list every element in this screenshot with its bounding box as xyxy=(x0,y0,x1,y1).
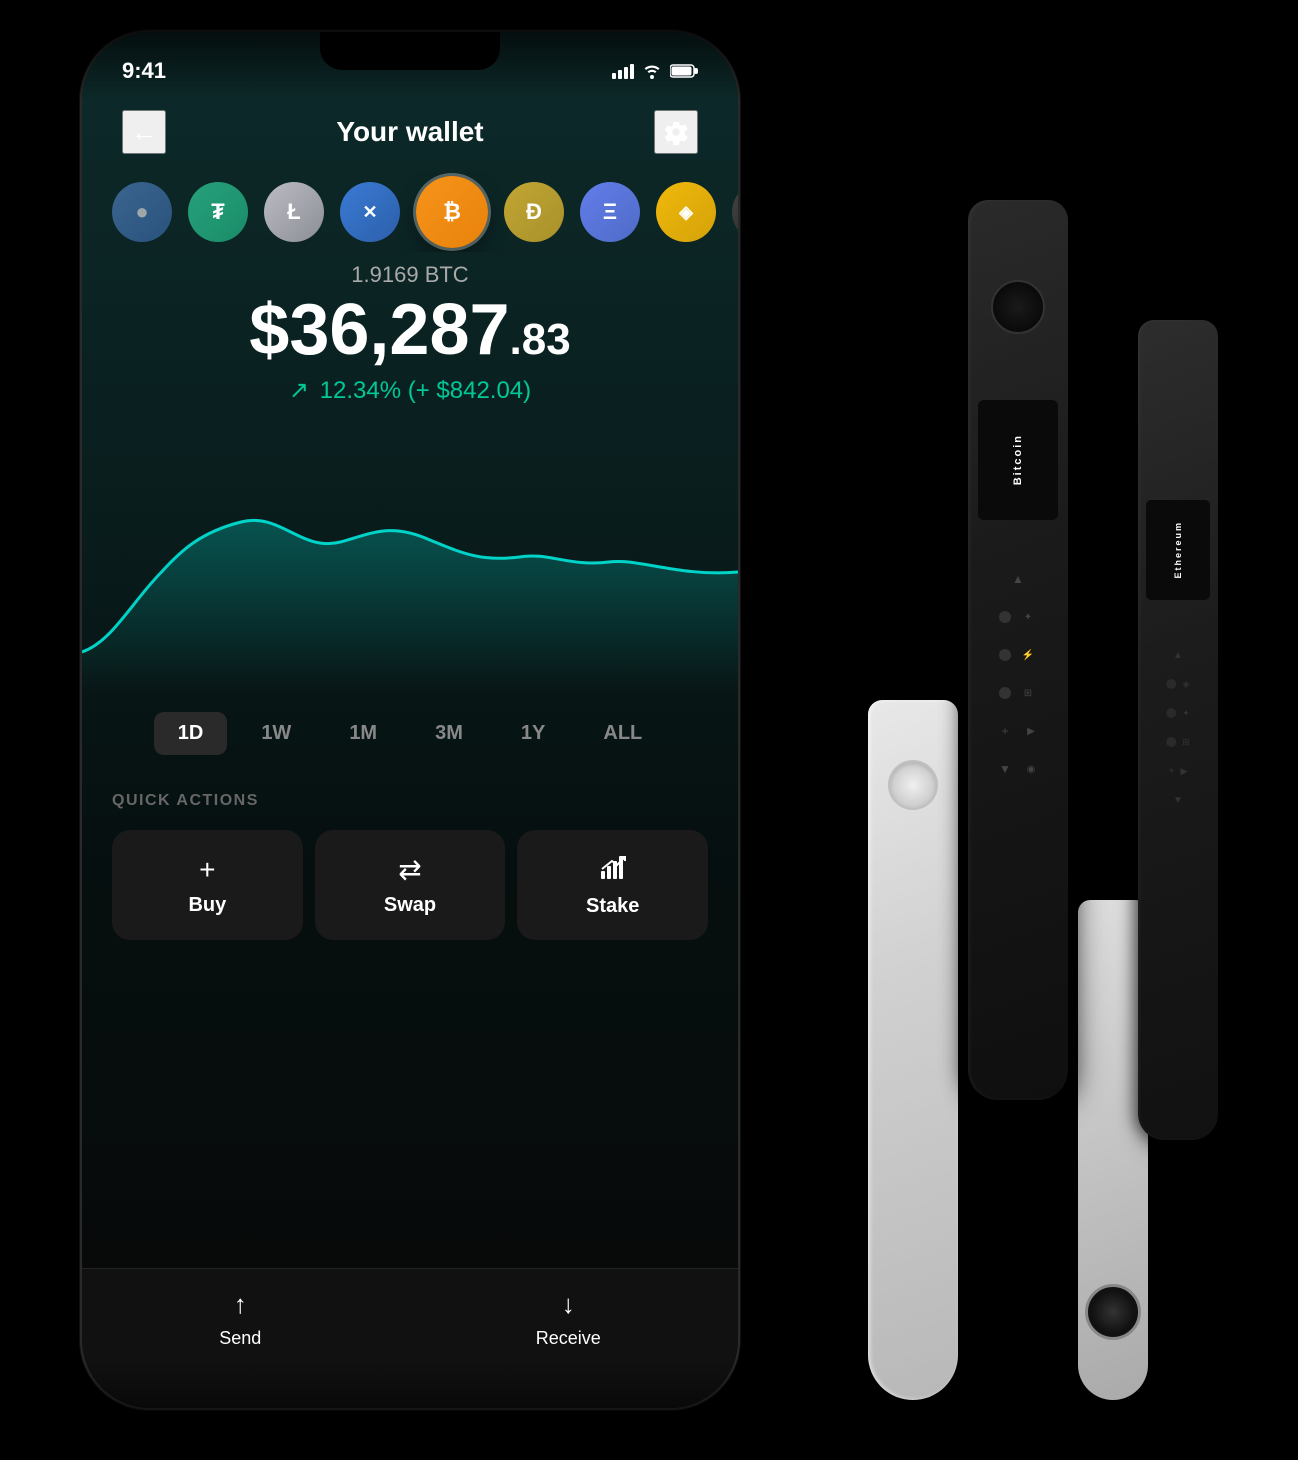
hw2-icon-2: ✦ xyxy=(1182,708,1190,719)
hw2-btn-2 xyxy=(1166,708,1176,718)
balance-usd-amount: $36,287.83 xyxy=(122,294,698,366)
hw2-mid-row4: + ▶ xyxy=(1169,766,1188,777)
balance-change: ↗ 12.34% (+ $842.04) xyxy=(122,376,698,405)
page-title: Your wallet xyxy=(336,116,483,148)
scene: 9:41 ← Your wallet xyxy=(0,0,1298,1460)
coin-bnb[interactable]: ◈ xyxy=(656,182,716,242)
receive-label: Receive xyxy=(536,1328,601,1349)
hw-btn-small-1 xyxy=(999,611,1011,623)
hw2-icon-3: ⊞ xyxy=(1182,737,1190,748)
hw-btn-small-2 xyxy=(999,649,1011,661)
price-chart xyxy=(82,432,738,692)
phone-screen: 9:41 ← Your wallet xyxy=(82,32,738,1408)
change-amount: (+ $842.04) xyxy=(408,377,531,404)
wifi-icon xyxy=(642,63,662,84)
hw2-btn-1 xyxy=(1167,679,1177,689)
hw2-down-icon: ▼ xyxy=(1173,795,1183,806)
actions-row: + Buy ⇄ Swap xyxy=(112,830,708,940)
buy-button[interactable]: + Buy xyxy=(112,830,303,940)
hw2-mid-row: ◈ xyxy=(1167,679,1190,690)
back-arrow-icon: ← xyxy=(131,117,157,148)
coin-tether[interactable]: ₮ xyxy=(188,182,248,242)
quick-actions-label: QUICK ACTIONS xyxy=(112,792,708,810)
hw-screen-2: Ethereum xyxy=(1146,500,1210,600)
hw-plus-icon: + xyxy=(996,722,1014,740)
swap-button[interactable]: ⇄ Swap xyxy=(315,830,506,940)
coin-eth[interactable]: Ξ xyxy=(580,182,640,242)
hw2-plus: + xyxy=(1169,766,1175,777)
send-icon: ↑ xyxy=(234,1289,247,1320)
coin-algo[interactable]: A xyxy=(732,182,738,242)
time-3m[interactable]: 3M xyxy=(411,712,487,755)
hw-bolt-icon: ⚡ xyxy=(1019,646,1037,664)
settings-button[interactable] xyxy=(654,110,698,154)
chart-container xyxy=(82,432,738,692)
hw2-mid-row3: ⊞ xyxy=(1166,737,1190,748)
hw2-up-icon: ▲ xyxy=(1173,650,1183,661)
hw-screen-text-2: Ethereum xyxy=(1173,521,1183,579)
time-all[interactable]: ALL xyxy=(579,712,666,755)
hw-screen-text-1: Bitcoin xyxy=(1012,434,1024,485)
time-range: 1D 1W 1M 3M 1Y ALL xyxy=(82,712,738,755)
receive-icon: ↓ xyxy=(562,1289,575,1320)
hw-bluetooth-icon: ✦ xyxy=(1019,608,1037,626)
time-1y[interactable]: 1Y xyxy=(497,712,569,755)
hw-lock-icon: ◉ xyxy=(1022,760,1040,778)
coin-btc[interactable]: ₿ xyxy=(416,176,488,248)
hw-arrow-icon: ▶ xyxy=(1022,722,1040,740)
hw-grid-icon: ⊞ xyxy=(1019,684,1037,702)
stake-button[interactable]: Stake xyxy=(517,830,708,940)
hardware-wallet-black-1: Bitcoin ▲ ✦ ⚡ ⊞ + ▶ ▼ xyxy=(968,200,1068,1100)
signal-icon xyxy=(612,63,634,84)
time-1w[interactable]: 1W xyxy=(237,712,315,755)
time-1d[interactable]: 1D xyxy=(154,712,228,755)
hw-up-icon: ▲ xyxy=(1009,570,1027,588)
send-nav-item[interactable]: ↑ Send xyxy=(219,1289,261,1349)
swap-label: Swap xyxy=(384,894,436,917)
balance-usd-cents: .83 xyxy=(510,315,571,364)
battery-icon xyxy=(670,63,698,84)
coin-partial[interactable]: ● xyxy=(112,182,172,242)
buy-icon: + xyxy=(199,854,215,886)
change-percent: 12.34% xyxy=(320,377,401,404)
swap-icon: ⇄ xyxy=(398,853,421,886)
stake-icon xyxy=(599,853,627,887)
hw2-arrow: ▶ xyxy=(1180,766,1187,777)
hardware-wallet-black-2: Ethereum ▲ ◈ ✦ ⊞ + ▶ ▼ xyxy=(1138,320,1218,1140)
quick-actions-section: QUICK ACTIONS + Buy ⇄ Swap xyxy=(82,792,738,940)
buy-label: Buy xyxy=(188,894,226,917)
coin-doge[interactable]: Ð xyxy=(504,182,564,242)
balance-section: 1.9169 BTC $36,287.83 ↗ 12.34% (+ $842.0… xyxy=(82,262,738,405)
hw-btn-small-3 xyxy=(999,687,1011,699)
hw-down-icon: ▼ xyxy=(996,760,1014,778)
coin-xrp[interactable]: ✕ xyxy=(340,182,400,242)
trend-up-icon: ↗ xyxy=(289,376,309,405)
hw2-btn-3 xyxy=(1166,737,1176,747)
balance-usd-main: $36,287 xyxy=(249,290,509,370)
stake-label: Stake xyxy=(586,895,639,918)
time-1m[interactable]: 1M xyxy=(325,712,401,755)
gear-icon xyxy=(661,117,691,147)
send-label: Send xyxy=(219,1328,261,1349)
hw2-mid-row2: ✦ xyxy=(1166,708,1190,719)
coin-selector: ● ₮ Ł ✕ ₿ Ð Ξ ◈ A xyxy=(82,172,738,252)
receive-nav-item[interactable]: ↓ Receive xyxy=(536,1289,601,1349)
back-button[interactable]: ← xyxy=(122,110,166,154)
coin-ltc[interactable]: Ł xyxy=(264,182,324,242)
hw-buttons-area-1: ▲ ✦ ⚡ ⊞ + ▶ ▼ ◉ xyxy=(996,570,1040,778)
phone-notch xyxy=(320,32,500,70)
hardware-wallet-white-1 xyxy=(868,700,958,1400)
status-icons xyxy=(612,63,698,84)
hw2-icon-1: ◈ xyxy=(1183,679,1190,690)
chart-fill xyxy=(82,520,738,692)
balance-btc-amount: 1.9169 BTC xyxy=(122,262,698,288)
header: ← Your wallet xyxy=(82,92,738,172)
phone-device: 9:41 ← Your wallet xyxy=(80,30,740,1410)
hw-screen-1: Bitcoin xyxy=(978,400,1058,520)
